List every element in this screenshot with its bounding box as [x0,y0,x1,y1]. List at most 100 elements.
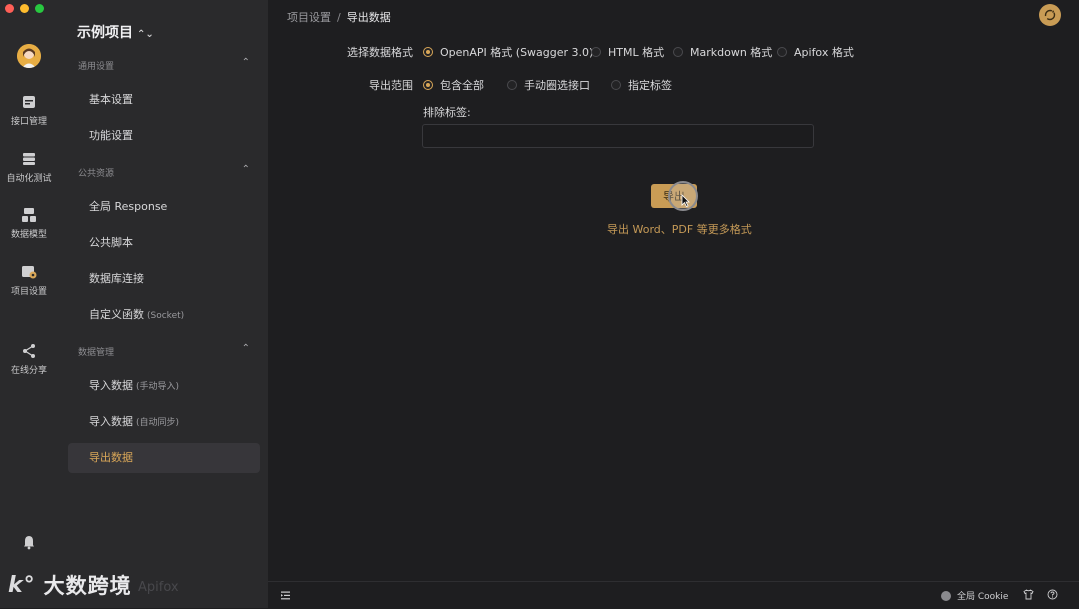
breadcrumb: 项目设置 / 导出数据 [287,9,391,25]
breadcrumb-separator: / [337,11,341,24]
sync-button[interactable] [1039,4,1061,26]
watermark-logo-icon: k° [8,572,36,598]
export-more-formats-link[interactable]: 导出 Word、PDF 等更多格式 [607,221,752,237]
option-label: 指定标签 [628,79,672,92]
watermark: k° 大数跨境 [8,570,132,600]
scope-option-tags[interactable]: 指定标签 [611,77,672,93]
option-label: HTML 格式 [608,46,665,59]
exclude-tags-label: 排除标签: [423,106,471,119]
scope-option-manual[interactable]: 手动圈选接口 [507,77,590,93]
data-model-icon [22,208,36,222]
cookie-icon [941,590,951,601]
rail-label: 数据模型 [10,230,47,240]
automation-icon [23,153,35,165]
group-data-management[interactable]: 数据管理 ⌃ [78,343,250,358]
radio-icon [591,47,601,57]
rail-item-data-model[interactable]: 数据模型 [0,207,58,240]
nav-sublabel: (手动导入) [136,382,180,392]
rail-item-api[interactable]: 接口管理 [0,94,58,127]
chevron-up-icon: ⌃ [241,343,250,354]
nav-sublabel: (自动同步) [136,418,180,428]
nav-label: 全局 Response [89,200,168,213]
sidebar-item-global-response[interactable]: 全局 Response [68,192,260,222]
chevron-updown-icon: ⌃⌄ [137,29,154,40]
option-label: Apifox 格式 [794,46,854,59]
close-window-button[interactable] [5,4,14,13]
bell-icon[interactable] [21,534,37,550]
project-settings-icon [22,266,37,279]
share-icon [23,344,35,358]
sidebar-item-db-connections[interactable]: 数据库连接 [68,264,260,294]
chevron-up-icon: ⌃ [241,164,250,175]
watermark-text: 大数跨境 [43,574,132,598]
format-option-markdown[interactable]: Markdown 格式 [673,44,772,60]
breadcrumb-current: 导出数据 [346,11,391,24]
radio-icon [507,80,517,90]
sidebar-item-import-auto[interactable]: 导入数据 (自动同步) [68,407,260,437]
breadcrumb-parent[interactable]: 项目设置 [287,11,331,24]
option-label: 包含全部 [440,79,484,92]
group-title: 公共资源 [78,169,115,179]
radio-icon [673,47,683,57]
option-label: Markdown 格式 [690,46,773,59]
rail-label: 接口管理 [10,117,47,127]
radio-icon [611,80,621,90]
sidebar-item-public-scripts[interactable]: 公共脚本 [68,228,260,258]
sidebar-item-export-data[interactable]: 导出数据 [68,443,260,473]
sidebar-item-basic-settings[interactable]: 基本设置 [68,85,260,115]
nav-label: 自定义函数 [89,308,144,321]
mouse-cursor-icon [681,194,690,207]
nav-label: 基本设置 [89,93,133,106]
sync-icon [1044,9,1056,21]
theme-shirt-icon[interactable] [1023,589,1034,600]
format-option-apifox[interactable]: Apifox 格式 [777,44,854,60]
cookie-label: 全局 Cookie [957,592,1009,602]
project-sidebar: 示例项目 ⌃⌄ 通用设置 ⌃ 基本设置 功能设置 公共资源 ⌃ 全局 Respon… [58,0,269,608]
rail-label: 在线分享 [10,366,47,376]
maximize-window-button[interactable] [35,4,44,13]
app-window: 接口管理 自动化测试 数据模型 项目设置 在线分享 示例项目 ⌃⌄ 通用设置 ⌃ [0,0,1079,609]
sidebar-item-import-manual[interactable]: 导入数据 (手动导入) [68,371,260,401]
nav-label: 导入数据 [89,415,133,428]
minimize-window-button[interactable] [20,4,29,13]
nav-label: 公共脚本 [89,236,133,249]
format-option-openapi[interactable]: OpenAPI 格式 (Swagger 3.0) [423,44,593,60]
api-icon [23,96,35,108]
nav-label: 功能设置 [89,129,133,142]
rail-item-share[interactable]: 在线分享 [0,343,58,376]
nav-sublabel: (Socket) [147,311,185,321]
radio-icon [777,47,787,57]
group-title: 通用设置 [78,62,115,72]
format-label: 选择数据格式 [347,46,413,59]
format-option-html[interactable]: HTML 格式 [591,44,664,60]
main-panel: 项目设置 / 导出数据 选择数据格式 OpenAPI 格式 (Swagger 3.0… [268,0,1079,608]
option-label: 手动圈选接口 [524,79,590,92]
nav-label: 数据库连接 [89,272,144,285]
global-cookie-button[interactable]: 全局 Cookie [941,589,1008,602]
icon-rail: 接口管理 自动化测试 数据模型 项目设置 在线分享 [0,0,58,608]
sidebar-item-feature-settings[interactable]: 功能设置 [68,121,260,151]
scope-label: 导出范围 [369,79,413,92]
status-bar: 全局 Cookie [268,581,1079,609]
rail-item-automation[interactable]: 自动化测试 [0,151,58,184]
rail-item-project-settings[interactable]: 项目设置 [0,264,58,297]
radio-checked-icon [423,80,433,90]
project-switcher[interactable]: 示例项目 ⌃⌄ [77,22,154,42]
avatar[interactable] [17,44,41,68]
group-title: 数据管理 [78,348,115,358]
group-general[interactable]: 通用设置 ⌃ [78,57,250,72]
group-public-resources[interactable]: 公共资源 ⌃ [78,164,250,179]
exclude-tags-input[interactable] [422,124,814,148]
rail-label: 自动化测试 [6,174,52,184]
scope-option-all[interactable]: 包含全部 [423,77,484,93]
nav-label: 导入数据 [89,379,133,392]
nav-label: 导出数据 [89,451,133,464]
project-title: 示例项目 [77,25,133,41]
option-label: OpenAPI 格式 (Swagger 3.0) [440,46,594,59]
sidebar-item-custom-functions[interactable]: 自定义函数 (Socket) [68,300,260,330]
help-icon[interactable] [1047,589,1058,600]
chevron-up-icon: ⌃ [241,57,250,68]
window-controls [5,4,44,13]
collapse-sidebar-icon[interactable] [280,590,291,601]
apifox-watermark: Apifox [138,580,179,595]
